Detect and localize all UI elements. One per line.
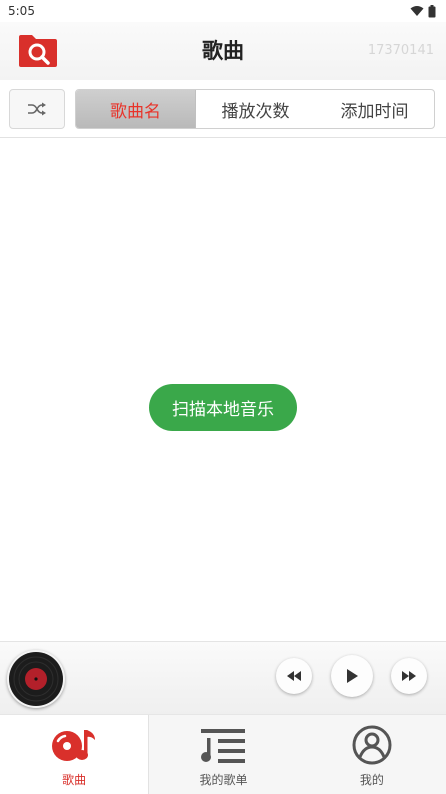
sort-tab-added-time[interactable]: 添加时间 bbox=[315, 90, 434, 128]
sort-tab-play-count[interactable]: 播放次数 bbox=[196, 90, 315, 128]
previous-button[interactable] bbox=[276, 658, 312, 694]
song-list-area: 扫描本地音乐 bbox=[0, 139, 446, 641]
user-id: 17370141 bbox=[367, 43, 434, 58]
rewind-icon bbox=[287, 671, 301, 681]
sort-tabs: 歌曲名 播放次数 添加时间 bbox=[75, 89, 435, 129]
nav-item-songs-label: 歌曲 bbox=[62, 773, 87, 787]
nav-item-playlists[interactable]: 我的歌单 bbox=[149, 715, 297, 794]
shuffle-button[interactable] bbox=[9, 89, 65, 129]
sort-toolbar: 歌曲名 播放次数 添加时间 bbox=[0, 80, 446, 138]
nav-item-playlists-label: 我的歌单 bbox=[199, 773, 248, 787]
status-bar: 5:05 bbox=[0, 0, 446, 22]
play-button[interactable] bbox=[331, 655, 373, 697]
next-button[interactable] bbox=[391, 658, 427, 694]
vinyl-record-icon[interactable] bbox=[7, 650, 65, 708]
play-icon bbox=[347, 669, 358, 683]
fast-forward-icon bbox=[402, 671, 416, 681]
playlist-icon bbox=[201, 729, 246, 763]
wifi-icon bbox=[410, 6, 424, 16]
nav-item-songs[interactable]: 歌曲 bbox=[0, 715, 150, 794]
scan-local-music-button[interactable]: 扫描本地音乐 bbox=[149, 384, 297, 431]
songs-icon bbox=[52, 730, 96, 761]
nav-item-profile-label: 我的 bbox=[359, 773, 384, 787]
status-time: 5:05 bbox=[8, 4, 35, 18]
profile-icon bbox=[352, 725, 392, 765]
battery-icon bbox=[428, 4, 436, 17]
shuffle-icon bbox=[28, 102, 46, 116]
nav-item-profile[interactable]: 我的 bbox=[298, 715, 446, 794]
status-icons bbox=[410, 4, 436, 18]
app-header: 歌曲 17370141 bbox=[0, 22, 446, 80]
sort-tab-name[interactable]: 歌曲名 bbox=[76, 90, 196, 128]
bottom-nav: 歌曲 我的歌单 我的 bbox=[0, 714, 446, 794]
mini-player bbox=[0, 641, 446, 714]
